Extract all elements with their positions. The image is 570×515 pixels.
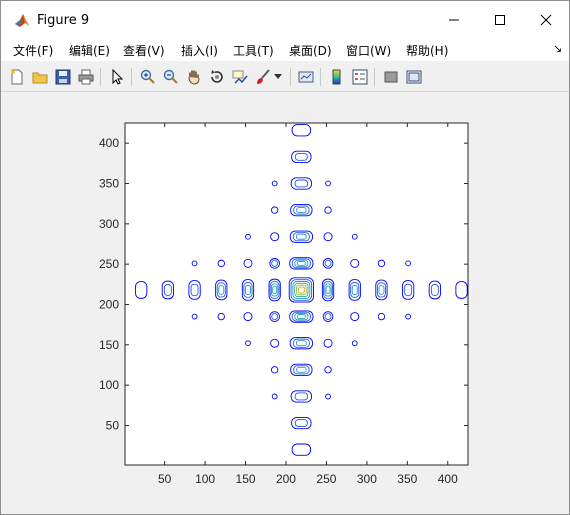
save-icon[interactable] <box>53 67 73 87</box>
zoom-out-icon[interactable] <box>161 67 181 87</box>
link-plot-icon[interactable] <box>296 67 316 87</box>
close-button[interactable] <box>523 1 569 39</box>
contour-line <box>293 98 310 109</box>
title-bar: Figure 9 <box>1 1 569 39</box>
menu-insert[interactable]: 插入(I) <box>181 42 218 59</box>
legend-icon[interactable] <box>350 67 370 87</box>
data-cursor-icon[interactable] <box>230 67 250 87</box>
menu-file[interactable]: 文件(F) <box>13 42 53 59</box>
maximize-button[interactable] <box>477 1 523 39</box>
contour-line <box>483 282 494 298</box>
x-tick-label: 150 <box>236 472 256 486</box>
menu-desktop[interactable]: 桌面(D) <box>289 42 332 59</box>
dropdown-arrow-icon[interactable] <box>272 67 284 87</box>
show-plot-tools-icon[interactable] <box>404 67 424 87</box>
toolbar-separator <box>100 68 101 86</box>
y-tick-label: 100 <box>99 378 119 392</box>
x-tick-label: 250 <box>316 472 336 486</box>
toolbar-separator <box>374 68 375 86</box>
window-title: Figure 9 <box>37 13 90 28</box>
figure-window: Figure 9 文件(F) 编辑(E) 查看(V) 插入(I) 工具(T) 桌… <box>0 0 570 515</box>
minimize-button[interactable] <box>431 1 477 39</box>
maximize-icon <box>495 15 505 25</box>
brush-icon[interactable] <box>253 67 273 87</box>
contour-chart: 50 100 150 200 250 300 350 400 50 100 150 200 250 30… <box>99 98 494 486</box>
matlab-logo-icon <box>15 14 29 27</box>
colorbar-icon[interactable] <box>327 67 347 87</box>
y-tick-label: 200 <box>99 297 119 311</box>
menu-tools[interactable]: 工具(T) <box>233 42 274 59</box>
minimize-icon <box>449 19 459 21</box>
print-icon[interactable] <box>76 67 96 87</box>
dock-arrow-icon[interactable]: ↘ <box>553 42 562 55</box>
x-tick-label: 100 <box>195 472 215 486</box>
toolbar-separator <box>320 68 321 86</box>
open-file-icon[interactable] <box>30 67 50 87</box>
menu-bar: 文件(F) 编辑(E) 查看(V) 插入(I) 工具(T) 桌面(D) 窗口(W… <box>1 39 569 61</box>
toolbar-separator <box>131 68 132 86</box>
close-icon <box>540 14 552 26</box>
pan-hand-icon[interactable] <box>184 67 204 87</box>
menu-edit[interactable]: 编辑(E) <box>69 42 110 59</box>
y-tick-label: 400 <box>99 136 119 150</box>
y-tick-label: 50 <box>106 418 120 432</box>
x-tick-label: 350 <box>397 472 417 486</box>
hide-plot-tools-icon[interactable] <box>381 67 401 87</box>
pointer-icon[interactable] <box>107 67 127 87</box>
x-tick-label: 200 <box>276 472 296 486</box>
figure-toolbar <box>1 63 569 92</box>
zoom-in-icon[interactable] <box>138 67 158 87</box>
rotate-3d-icon[interactable] <box>207 67 227 87</box>
menu-view[interactable]: 查看(V) <box>123 42 165 59</box>
y-tick-label: 250 <box>99 257 119 271</box>
new-figure-icon[interactable] <box>7 67 27 87</box>
x-tick-label: 300 <box>357 472 377 486</box>
menu-window[interactable]: 窗口(W) <box>346 42 391 59</box>
toolbar-separator <box>290 68 291 86</box>
menu-help[interactable]: 帮助(H) <box>406 42 448 59</box>
x-tick-label: 400 <box>438 472 458 486</box>
contour-line <box>109 282 120 298</box>
figure-canvas: 50 100 150 200 250 300 350 400 50 100 150 200 250 30… <box>6 92 566 512</box>
x-tick-label: 50 <box>158 472 172 486</box>
y-tick-label: 350 <box>99 176 119 190</box>
y-tick-label: 300 <box>99 217 119 231</box>
y-tick-label: 150 <box>99 338 119 352</box>
